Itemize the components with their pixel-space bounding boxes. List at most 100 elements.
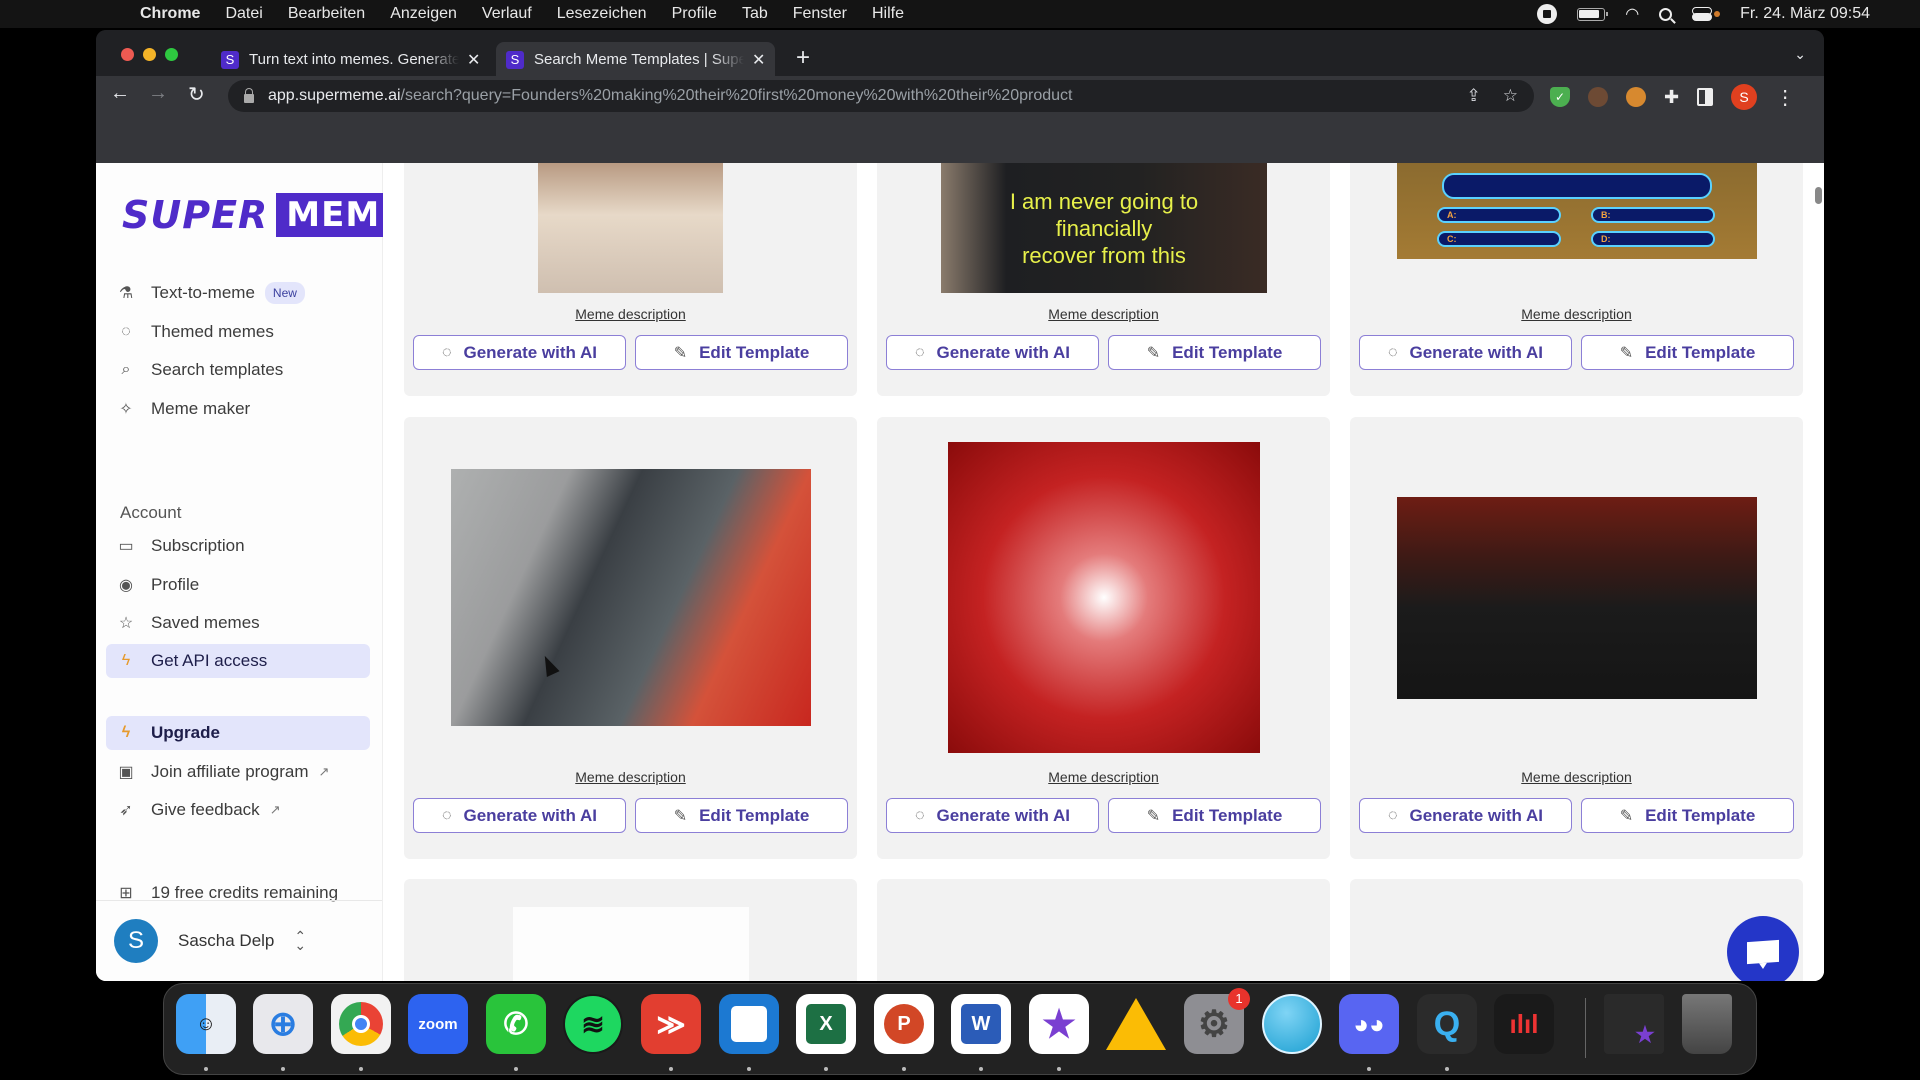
sidebar-item-get-api-access[interactable]: ϟ Get API access — [106, 644, 370, 678]
reload-button[interactable]: ↻ — [188, 82, 205, 107]
tab-text-to-meme[interactable]: S Turn text into memes. Generate ✕ — [211, 42, 490, 77]
spotlight-search-icon[interactable] — [1659, 7, 1673, 21]
sidebar-item-text-to-meme[interactable]: ⚗ Text-to-meme New — [106, 276, 370, 310]
dock-voice-memos-icon[interactable]: ılıl — [1494, 994, 1554, 1054]
sidebar-item-profile[interactable]: ◉ Profile — [106, 568, 370, 602]
upgrade-button[interactable]: ϟ Upgrade — [106, 716, 370, 750]
edit-template-button[interactable]: ✎ Edit Template — [1108, 798, 1321, 833]
dock-chrome-icon[interactable] — [331, 994, 391, 1054]
menu-app-name[interactable]: Chrome — [140, 5, 200, 23]
edit-template-button[interactable]: ✎ Edit Template — [1581, 798, 1794, 833]
edit-template-button[interactable]: ✎ Edit Template — [1108, 335, 1321, 370]
dock-browser-app-icon[interactable] — [1262, 994, 1322, 1054]
clock[interactable]: Fr. 24. März 09:54 — [1740, 5, 1870, 23]
generate-with-ai-button[interactable]: ◌ Generate with AI — [1359, 798, 1572, 833]
bookmark-star-icon[interactable]: ☆ — [1503, 86, 1518, 106]
side-panel-icon[interactable] — [1697, 88, 1714, 106]
sidebar-item-meme-maker[interactable]: ✧ Meme maker — [106, 392, 370, 426]
meme-thumbnail-financially-recover[interactable]: I am never going to financially recover … — [941, 163, 1267, 293]
cookie-extension-icon[interactable] — [1588, 87, 1608, 107]
meme-thumbnail-epic-handshake[interactable] — [451, 469, 811, 726]
adblock-shield-extension-icon[interactable]: ✓ — [1550, 87, 1570, 107]
new-tab-button[interactable]: + — [796, 44, 810, 72]
meme-description-link[interactable]: Meme description — [1350, 769, 1803, 785]
generate-with-ai-button[interactable]: ◌ Generate with AI — [413, 798, 626, 833]
battery-icon[interactable] — [1577, 7, 1609, 21]
menu-verlauf[interactable]: Verlauf — [482, 5, 532, 23]
dock-powerpoint-icon[interactable]: P — [874, 994, 934, 1054]
dock-spotify-icon[interactable]: ≋ — [563, 994, 623, 1054]
dock-trash-icon[interactable] — [1682, 994, 1732, 1054]
generate-with-ai-button[interactable]: ◌ Generate with AI — [413, 335, 626, 370]
meme-thumbnail-kid[interactable] — [513, 907, 749, 981]
meme-description-link[interactable]: Meme description — [877, 769, 1330, 785]
generate-with-ai-button[interactable]: ◌ Generate with AI — [886, 798, 1099, 833]
chat-support-button[interactable] — [1727, 916, 1799, 981]
profile-avatar[interactable]: S — [1731, 84, 1758, 110]
dock-safari-icon[interactable]: ⊕ — [253, 994, 313, 1054]
menu-profile[interactable]: Profile — [672, 5, 717, 23]
give-feedback-link[interactable]: ➶ Give feedback ↗ — [106, 793, 370, 827]
meme-thumbnail-pawn-stars[interactable] — [1397, 497, 1757, 699]
dock-trello-icon[interactable] — [719, 994, 779, 1054]
forward-button[interactable]: → — [148, 82, 168, 105]
meme-thumbnail-millionaire[interactable]: A: B: C: D: — [1397, 163, 1757, 259]
menu-fenster[interactable]: Fenster — [793, 5, 847, 23]
back-button[interactable]: ← — [110, 82, 130, 105]
dock-downloads-stack-icon[interactable]: ★ — [1604, 994, 1664, 1054]
generate-with-ai-button[interactable]: ◌ Generate with AI — [886, 335, 1099, 370]
dock-todoist-icon[interactable]: ≫ — [641, 994, 701, 1054]
share-icon[interactable]: ⇪ — [1467, 86, 1481, 106]
cookie-editor-extension-icon[interactable] — [1626, 87, 1646, 107]
close-tab-icon[interactable]: ✕ — [467, 50, 480, 70]
sidebar-item-search-templates[interactable]: ⌕ Search templates — [106, 353, 370, 387]
page-scrollbar[interactable] — [1815, 187, 1822, 204]
control-center-icon[interactable] — [1692, 7, 1713, 21]
extensions-puzzle-icon[interactable]: ✚ — [1664, 87, 1679, 108]
meme-description-link[interactable]: Meme description — [404, 769, 857, 785]
minimize-window-button[interactable] — [143, 48, 156, 61]
dock-imovie-icon[interactable]: ★ — [1029, 994, 1089, 1054]
generate-with-ai-button[interactable]: ◌ Generate with AI — [1359, 335, 1572, 370]
chrome-menu-icon[interactable]: ⋮ — [1775, 85, 1795, 110]
edit-template-button[interactable]: ✎ Edit Template — [1581, 335, 1794, 370]
dock-quicktime-icon[interactable]: Q — [1417, 994, 1477, 1054]
dock-system-settings-icon[interactable]: ⚙ 1 — [1184, 988, 1250, 1054]
sidebar-item-subscription[interactable]: ▭ Subscription — [106, 529, 370, 563]
dock-whatsapp-icon[interactable]: ✆ — [486, 994, 546, 1054]
close-window-button[interactable] — [121, 48, 134, 61]
menu-hilfe[interactable]: Hilfe — [872, 5, 904, 23]
menu-bearbeiten[interactable]: Bearbeiten — [288, 5, 365, 23]
address-bar[interactable]: app.supermeme.ai/search?query=Founders%2… — [228, 80, 1534, 112]
user-menu[interactable]: S Sascha Delp ⌃ ⌄ — [114, 919, 306, 963]
menu-lesezeichen[interactable]: Lesezeichen — [557, 5, 647, 23]
fullscreen-window-button[interactable] — [165, 48, 178, 61]
tab-search-chevron-icon[interactable]: ⌄ — [1794, 46, 1806, 63]
dock-excel-icon[interactable]: X — [796, 994, 856, 1054]
screen-record-icon[interactable] — [1537, 4, 1558, 24]
dock-finder-icon[interactable]: ☺ — [176, 994, 236, 1054]
meme-description-link[interactable]: Meme description — [877, 306, 1330, 322]
meme-description-link[interactable]: Meme description — [1350, 306, 1803, 322]
dock-zoom-icon[interactable]: zoom — [408, 994, 468, 1054]
dock-word-icon[interactable]: W — [951, 994, 1011, 1054]
sidebar-item-themed-memes[interactable]: ◌ Themed memes — [106, 315, 370, 349]
edit-template-button[interactable]: ✎ Edit Template — [635, 798, 848, 833]
meme-thumbnail-laptop-guy[interactable] — [948, 442, 1260, 753]
menu-datei[interactable]: Datei — [225, 5, 262, 23]
menu-anzeigen[interactable]: Anzeigen — [390, 5, 457, 23]
menu-tab[interactable]: Tab — [742, 5, 768, 23]
supermeme-logo[interactable]: SUPER MEME — [122, 193, 415, 237]
sidebar-item-saved-memes[interactable]: ☆ Saved memes — [106, 606, 370, 640]
dock-google-drive-icon[interactable] — [1106, 994, 1166, 1054]
edit-template-button[interactable]: ✎ Edit Template — [635, 335, 848, 370]
tab-search-meme-templates[interactable]: S Search Meme Templates | Supe ✕ — [496, 42, 776, 77]
wifi-icon[interactable]: ◠ — [1625, 4, 1639, 24]
dock-discord-icon[interactable]: ◕◕ — [1339, 994, 1399, 1054]
meme-description-link[interactable]: Meme description — [404, 306, 857, 322]
lock-icon[interactable] — [244, 87, 254, 103]
meme-card: I am never going to financially recover … — [877, 163, 1330, 396]
close-tab-icon[interactable]: ✕ — [752, 50, 765, 70]
meme-thumbnail-anime[interactable] — [538, 163, 723, 293]
join-affiliate-program-link[interactable]: ▣ Join affiliate program ↗ — [106, 755, 370, 789]
